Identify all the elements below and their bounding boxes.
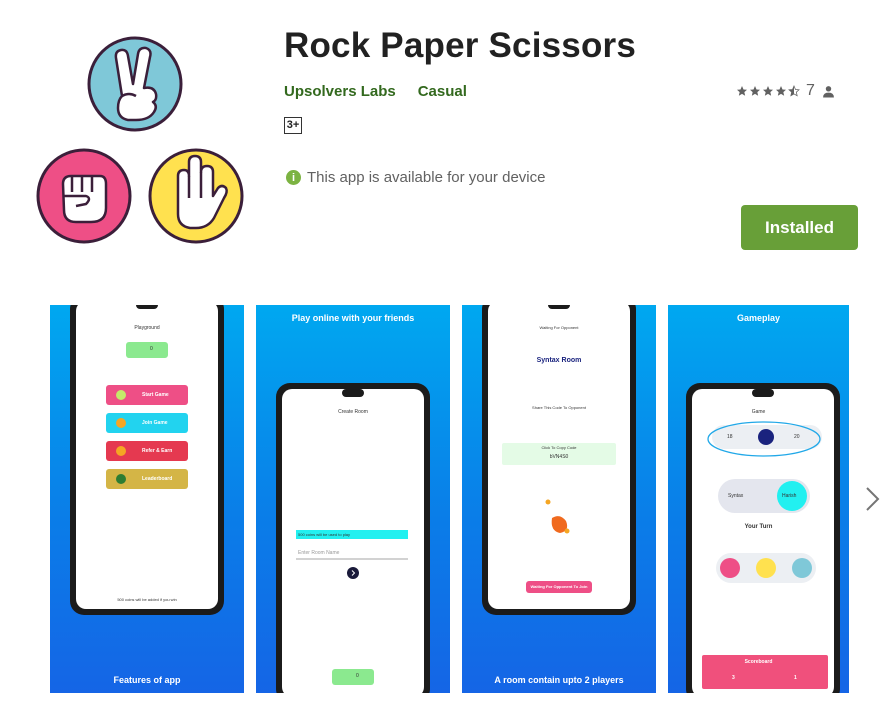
category-link[interactable]: Casual xyxy=(418,83,467,100)
room-code: bVN4S0 xyxy=(549,454,569,460)
footer-note: 500 coins will be added if you win xyxy=(117,597,177,602)
waiting-button-label: Waiting For Opponent To Join xyxy=(530,584,588,589)
copy-code-label: Click To Copy Code xyxy=(541,445,577,450)
chevron-right-icon[interactable] xyxy=(862,484,884,514)
app-icon xyxy=(36,36,244,244)
phone-mockup xyxy=(70,305,224,615)
screenshot-1[interactable]: Playground 0 Start Game Join Game Refer … xyxy=(50,305,244,693)
screen-title: Playground xyxy=(134,325,160,331)
app-title: Rock Paper Scissors xyxy=(284,26,637,65)
screenshot-4[interactable]: Game 18 20 Syntax Harish Your Turn Score… xyxy=(668,305,849,693)
start-game-label: Start Game xyxy=(142,392,169,398)
room-name-input: Enter Room Name xyxy=(298,550,340,556)
half-star-icon xyxy=(788,85,800,97)
player-right: Harish xyxy=(782,493,797,499)
coin-count: 0 xyxy=(356,673,359,679)
developer-link[interactable]: Upsolvers Labs xyxy=(284,83,396,100)
rating-summary: 7 xyxy=(736,82,835,100)
score-right: 20 xyxy=(794,434,800,440)
player-left: Syntax xyxy=(728,493,744,499)
join-game-label: Join Game xyxy=(142,420,168,426)
turn-label: Your Turn xyxy=(744,524,773,530)
screen-title: Waiting For Opponent xyxy=(539,325,579,330)
share-note: Share This Code To Opponent xyxy=(532,405,586,410)
phone-mockup xyxy=(686,383,840,693)
screenshot-2[interactable]: Create Room 500 coins will be used to pl… xyxy=(256,305,450,693)
coin-count: 0 xyxy=(150,346,153,352)
room-name: Syntax Room xyxy=(536,357,582,364)
installed-button[interactable]: Installed xyxy=(741,205,858,250)
screenshot-3[interactable]: Waiting For Opponent Syntax Room Share T… xyxy=(462,305,656,693)
star-icon xyxy=(750,86,760,96)
scoreboard-label: Scoreboard xyxy=(744,659,773,665)
app-meta-row: Upsolvers Labs Casual xyxy=(284,83,467,100)
phone-mockup xyxy=(276,383,430,693)
screenshot-caption: Gameplay xyxy=(736,313,781,323)
screen-title: Create Room xyxy=(338,409,368,415)
screenshot-caption: A room contain upto 2 players xyxy=(494,675,624,685)
screen-title: Game xyxy=(751,409,766,415)
score-left: 18 xyxy=(727,434,733,440)
star-icon xyxy=(776,86,786,96)
notice-text: 500 coins will be used to play xyxy=(298,532,351,537)
star-icon xyxy=(763,86,773,96)
person-icon xyxy=(822,85,834,97)
scoreboard-right: 1 xyxy=(794,675,797,681)
screenshot-caption: Play online with your friends xyxy=(291,313,415,323)
content-rating-badge: 3+ xyxy=(284,117,302,134)
refer-earn-label: Refer & Earn xyxy=(142,448,173,454)
play-store-app-page: Rock Paper Scissors Upsolvers Labs Casua… xyxy=(0,0,895,711)
rating-stars xyxy=(736,85,800,97)
star-icon xyxy=(737,86,747,96)
info-icon: i xyxy=(286,170,301,185)
availability-text: This app is available for your device xyxy=(307,169,546,186)
leaderboard-label: Leaderboard xyxy=(142,476,173,482)
screenshot-caption: Features of app xyxy=(113,675,181,685)
scoreboard-left: 3 xyxy=(732,675,735,681)
availability-notice: i This app is available for your device xyxy=(286,169,545,186)
rating-count: 7 xyxy=(806,82,815,99)
